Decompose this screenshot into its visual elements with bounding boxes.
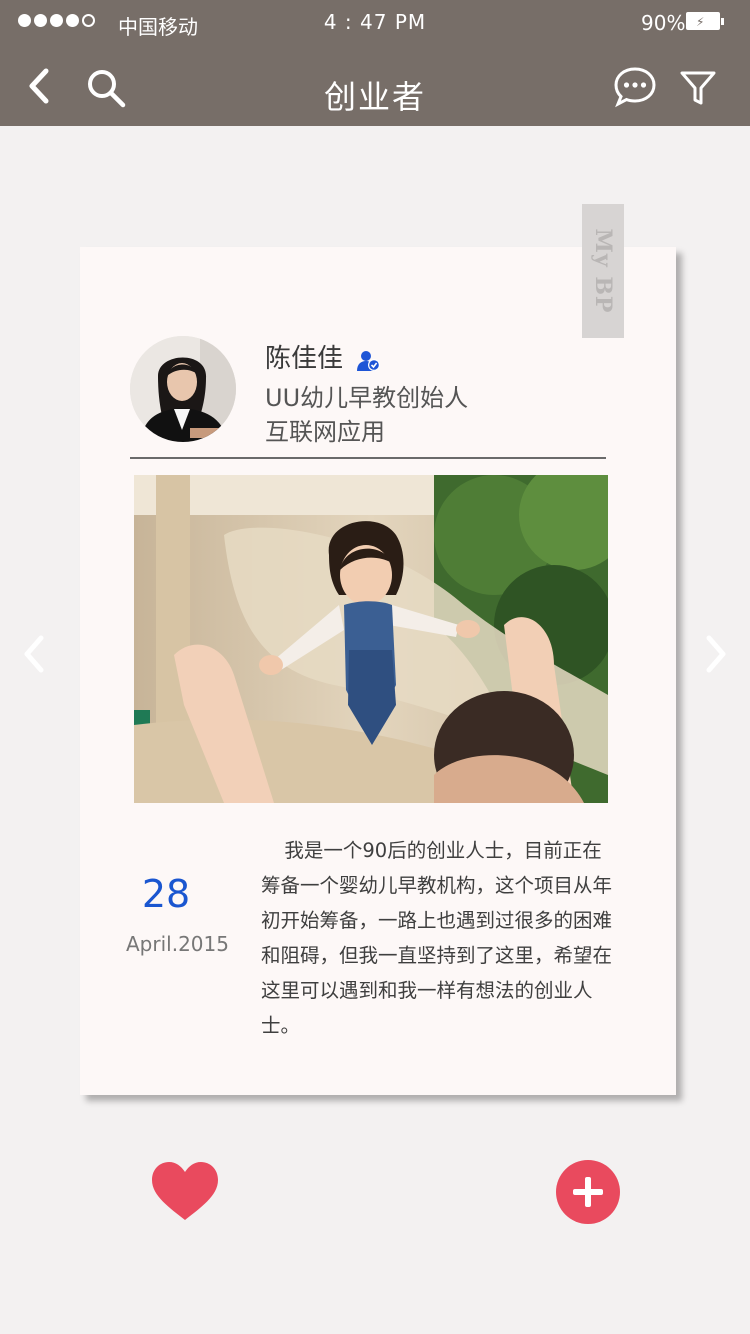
- next-card-arrow[interactable]: [704, 634, 728, 674]
- previous-card-arrow[interactable]: [22, 634, 46, 674]
- add-button[interactable]: [556, 1160, 620, 1224]
- chat-bubble-icon: [614, 67, 656, 108]
- filter-icon: [680, 71, 716, 105]
- chevron-left-icon: [24, 635, 44, 673]
- profile-name-row: 陈佳佳: [265, 338, 381, 375]
- profile-name: 陈佳佳: [265, 344, 344, 374]
- profile-company: UU幼儿早教创始人: [265, 384, 469, 412]
- story-photo[interactable]: [134, 475, 608, 803]
- nav-bar: 创业者: [0, 44, 750, 126]
- post-day: 28: [141, 872, 191, 916]
- chevron-right-icon: [706, 635, 726, 673]
- divider: [130, 457, 606, 459]
- verified-user-icon: [357, 350, 381, 371]
- child-on-slide-image: [134, 475, 608, 803]
- like-button[interactable]: [150, 1160, 220, 1224]
- my-bp-tag[interactable]: My BP: [582, 204, 624, 338]
- profile-industry: 互联网应用: [265, 418, 385, 446]
- clock: 4 : 47 PM: [323, 10, 427, 34]
- story-description: 我是一个90后的创业人士，目前正在筹备一个婴幼儿早教机构，这个项目从年初开始筹备…: [261, 839, 613, 1037]
- battery-icon: ⚡: [686, 12, 724, 30]
- status-bar: 中国移动 4 : 47 PM 90% ⚡: [0, 0, 750, 44]
- messages-button[interactable]: [612, 64, 658, 110]
- filter-button[interactable]: [676, 66, 720, 110]
- post-month-year: April.2015: [126, 932, 229, 956]
- heart-icon: [152, 1162, 218, 1220]
- avatar-portrait-image: [130, 336, 236, 442]
- battery-percent: 90%: [641, 11, 686, 35]
- my-bp-tag-label: My BP: [590, 228, 616, 314]
- top-bar: 中国移动 4 : 47 PM 90% ⚡ 创业者: [0, 0, 750, 126]
- avatar[interactable]: [130, 336, 236, 442]
- plus-icon: [573, 1177, 603, 1207]
